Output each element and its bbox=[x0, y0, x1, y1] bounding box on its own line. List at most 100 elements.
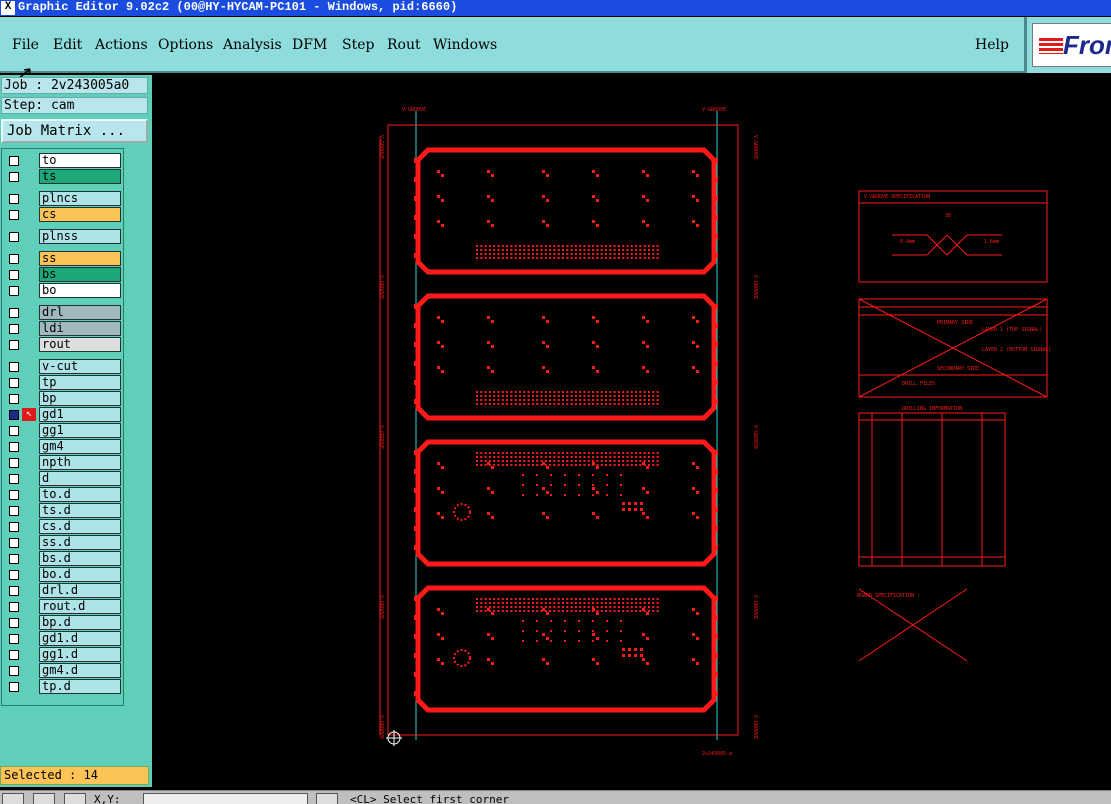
layer-row-v-cut[interactable]: v-cut bbox=[5, 359, 121, 374]
menu-analysis[interactable]: Analysis bbox=[223, 37, 282, 53]
component-pad bbox=[596, 370, 599, 373]
job-matrix-button[interactable]: Job Matrix ... bbox=[1, 119, 148, 143]
pad bbox=[592, 460, 595, 462]
snap-icon[interactable] bbox=[64, 793, 86, 804]
layer-row-cs[interactable]: cs bbox=[5, 207, 121, 222]
layer-checkbox[interactable] bbox=[9, 324, 19, 334]
layer-row-d[interactable]: d bbox=[5, 471, 121, 486]
layer-checkbox[interactable] bbox=[9, 270, 19, 280]
layer-checkbox[interactable] bbox=[9, 474, 19, 484]
layer-checkbox[interactable] bbox=[9, 194, 19, 204]
layer-row-plncs[interactable]: plncs bbox=[5, 191, 121, 206]
layer-checkbox[interactable] bbox=[9, 308, 19, 318]
component-pad bbox=[437, 220, 440, 223]
layer-checkbox[interactable] bbox=[9, 506, 19, 516]
layer-checkbox[interactable] bbox=[9, 172, 19, 182]
layer-checkbox[interactable] bbox=[9, 394, 19, 404]
layer-row-plnss[interactable]: plnss bbox=[5, 229, 121, 244]
layer-checkbox[interactable] bbox=[9, 522, 19, 532]
pad bbox=[596, 452, 599, 454]
pad bbox=[648, 249, 650, 251]
pad bbox=[540, 391, 543, 393]
layer-row-ts-d[interactable]: ts.d bbox=[5, 503, 121, 518]
layer-row-bo-d[interactable]: bo.d bbox=[5, 567, 121, 582]
layer-row-gd1-d[interactable]: gd1.d bbox=[5, 631, 121, 646]
measure-icon[interactable] bbox=[316, 793, 338, 804]
coordinate-field[interactable] bbox=[143, 793, 308, 804]
pad bbox=[484, 245, 487, 247]
layer-checkbox[interactable] bbox=[9, 254, 19, 264]
pad bbox=[476, 245, 478, 247]
pan-icon[interactable] bbox=[33, 793, 55, 804]
menu-dfm[interactable]: DFM bbox=[292, 37, 327, 53]
layer-checkbox[interactable] bbox=[9, 602, 19, 612]
layer-checkbox[interactable] bbox=[9, 442, 19, 452]
layer-row-ss[interactable]: ss bbox=[5, 251, 121, 266]
layer-checkbox[interactable] bbox=[9, 682, 19, 692]
layer-checkbox[interactable] bbox=[9, 538, 19, 548]
layer-checkbox[interactable] bbox=[9, 378, 19, 388]
layer-row-to[interactable]: to bbox=[5, 153, 121, 168]
layer-row-ts[interactable]: ts bbox=[5, 169, 121, 184]
layer-checkbox[interactable] bbox=[9, 666, 19, 676]
menu-bar: File Edit Actions Options Analysis DFM S… bbox=[0, 17, 1024, 73]
layer-row-cs-d[interactable]: cs.d bbox=[5, 519, 121, 534]
menu-windows[interactable]: Windows bbox=[433, 37, 497, 53]
layer-row-tp[interactable]: tp bbox=[5, 375, 121, 390]
menu-options[interactable]: Options bbox=[158, 37, 213, 53]
layer-row-npth[interactable]: npth bbox=[5, 455, 121, 470]
layer-checkbox[interactable] bbox=[9, 634, 19, 644]
layer-row-bs[interactable]: bs bbox=[5, 267, 121, 282]
layer-row-gm4[interactable]: gm4 bbox=[5, 439, 121, 454]
layer-row-gg1[interactable]: gg1 bbox=[5, 423, 121, 438]
component-pad bbox=[592, 220, 595, 223]
layer-checkbox[interactable] bbox=[9, 554, 19, 564]
component-pad bbox=[491, 320, 494, 323]
layer-checkbox[interactable] bbox=[9, 340, 19, 350]
layer-checkbox[interactable] bbox=[9, 490, 19, 500]
layer-row-ldi[interactable]: ldi bbox=[5, 321, 121, 336]
menu-step[interactable]: Step bbox=[342, 37, 374, 53]
close-icon[interactable]: X bbox=[1, 1, 15, 15]
zoom-icon[interactable] bbox=[2, 793, 24, 804]
layer-checkbox[interactable] bbox=[9, 458, 19, 468]
pad bbox=[643, 403, 646, 405]
pad bbox=[544, 452, 547, 454]
layer-checkbox[interactable] bbox=[9, 362, 19, 372]
layer-checkbox[interactable] bbox=[9, 618, 19, 628]
layer-checkbox[interactable] bbox=[9, 426, 19, 436]
layer-checkbox[interactable] bbox=[9, 232, 19, 242]
layer-row-gm4-d[interactable]: gm4.d bbox=[5, 663, 121, 678]
layer-row-rout[interactable]: rout bbox=[5, 337, 121, 352]
component-pad bbox=[487, 487, 490, 490]
layer-checkbox[interactable] bbox=[9, 650, 19, 660]
layer-checkbox[interactable] bbox=[9, 286, 19, 296]
layer-row-tp-d[interactable]: tp.d bbox=[5, 679, 121, 694]
component-pad bbox=[642, 512, 645, 515]
layer-row-bo[interactable]: bo bbox=[5, 283, 121, 298]
layer-row-bs-d[interactable]: bs.d bbox=[5, 551, 121, 566]
layer-row-gd1[interactable]: ↖ gd1 bbox=[5, 407, 121, 422]
menu-edit[interactable]: Edit bbox=[53, 37, 82, 53]
menu-help[interactable]: Help bbox=[975, 37, 1009, 53]
layer-checkbox[interactable] bbox=[9, 156, 19, 166]
layer-checkbox[interactable] bbox=[9, 410, 19, 420]
layer-row-gg1-d[interactable]: gg1.d bbox=[5, 647, 121, 662]
menu-actions[interactable]: Actions bbox=[95, 37, 148, 53]
pad bbox=[493, 464, 496, 466]
layer-checkbox[interactable] bbox=[9, 586, 19, 596]
layer-row-bp[interactable]: bp bbox=[5, 391, 121, 406]
pad bbox=[639, 257, 642, 259]
layer-row-bp-d[interactable]: bp.d bbox=[5, 615, 121, 630]
menu-rout[interactable]: Rout bbox=[387, 37, 421, 53]
layer-row-drl-d[interactable]: drl.d bbox=[5, 583, 121, 598]
layer-row-ss-d[interactable]: ss.d bbox=[5, 535, 121, 550]
layer-row-rout-d[interactable]: rout.d bbox=[5, 599, 121, 614]
pad bbox=[484, 391, 487, 393]
layer-row-to-d[interactable]: to.d bbox=[5, 487, 121, 502]
layer-checkbox[interactable] bbox=[9, 570, 19, 580]
graphic-canvas[interactable]: V-GROOVE V-GROOVE V-GROOVE SPECIFICATION 30… bbox=[152, 75, 1111, 790]
layer-checkbox[interactable] bbox=[9, 210, 19, 220]
layer-row-drl[interactable]: drl bbox=[5, 305, 121, 320]
menu-file[interactable]: File bbox=[12, 37, 39, 53]
